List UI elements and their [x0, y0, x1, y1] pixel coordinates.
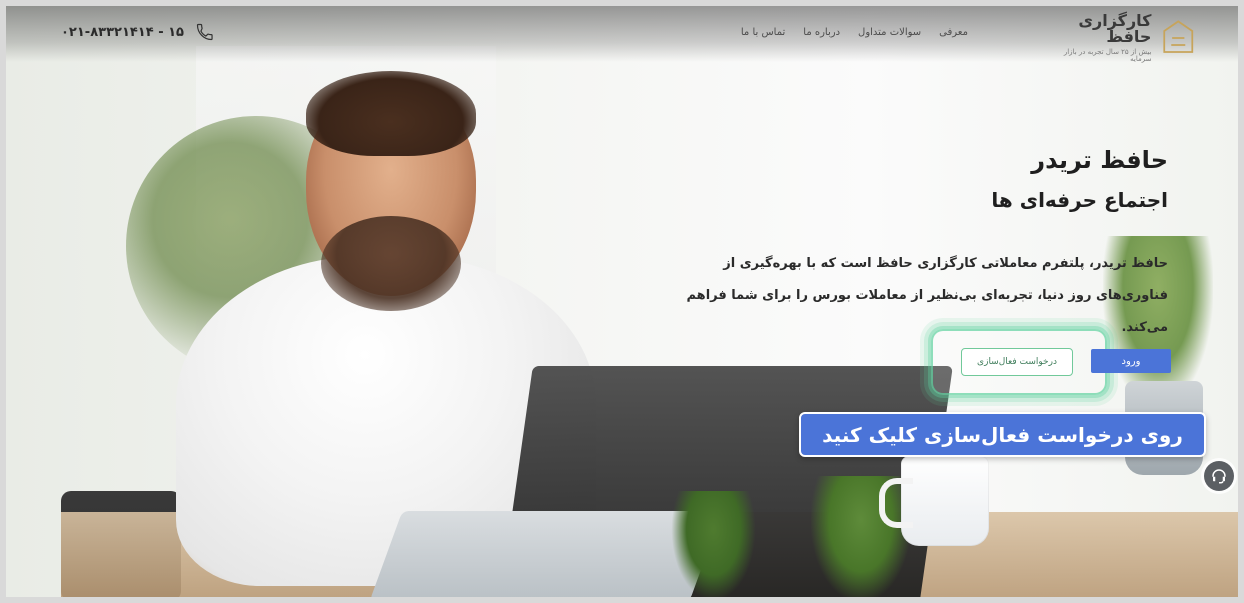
- logo-mark-icon: [1163, 19, 1194, 53]
- menu-item-faq[interactable]: سوالات متداول: [858, 27, 921, 38]
- coffee-mug: [879, 456, 989, 546]
- screen: ۰۲۱-۸۳۳۲۱۴۱۴ - ۱۵ معرفی سوالات متداول در…: [6, 6, 1238, 597]
- logo-title: کارگزاری حافظ: [1078, 10, 1152, 46]
- main-menu: معرفی سوالات متداول درباره ما تماس با ما: [741, 27, 968, 38]
- small-plant: [671, 491, 756, 597]
- laptop-base: [369, 511, 723, 597]
- menu-item-about[interactable]: درباره ما: [803, 27, 840, 38]
- hero-subtitle: اجتماع حرفه‌ای ها: [991, 188, 1168, 212]
- activation-request-button[interactable]: درخواست فعال‌سازی: [961, 348, 1073, 376]
- support-button[interactable]: [1204, 461, 1234, 491]
- phone-contact[interactable]: ۰۲۱-۸۳۳۲۱۴۱۴ - ۱۵: [61, 23, 214, 41]
- phone-icon: [196, 23, 214, 41]
- hero-text: حافظ تریدر اجتماع حرفه‌ای ها حافظ تریدر،…: [648, 146, 1168, 344]
- login-button[interactable]: ورود: [1091, 349, 1171, 373]
- phone-number: ۰۲۱-۸۳۳۲۱۴۱۴ - ۱۵: [61, 24, 184, 40]
- top-bar: ۰۲۱-۸۳۳۲۱۴۱۴ - ۱۵ معرفی سوالات متداول در…: [6, 6, 1238, 62]
- instruction-tooltip: روی درخواست فعال‌سازی کلیک کنید: [799, 412, 1206, 457]
- logo-text: کارگزاری حافظ بیش از ۲۵ سال تجربه در باز…: [1043, 10, 1152, 63]
- brand-logo[interactable]: کارگزاری حافظ بیش از ۲۵ سال تجربه در باز…: [1043, 10, 1198, 63]
- hair: [306, 71, 476, 156]
- menu-item-intro[interactable]: معرفی: [939, 27, 968, 38]
- logo-subtitle: بیش از ۲۵ سال تجربه در بازار سرمایه: [1063, 47, 1152, 63]
- hero-title: حافظ تریدر: [1031, 146, 1168, 174]
- menu-item-contact[interactable]: تماس با ما: [741, 27, 785, 38]
- headset-icon: [1212, 469, 1226, 484]
- beard: [321, 216, 461, 311]
